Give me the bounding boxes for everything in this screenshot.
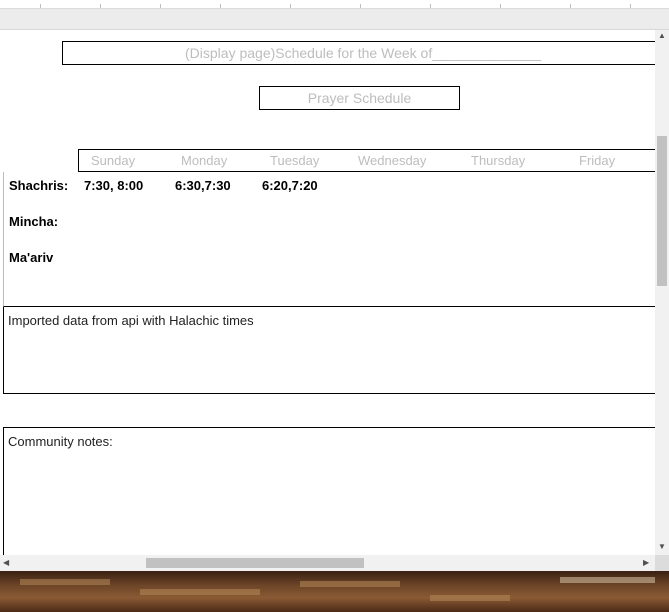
days-header: Sunday Monday Tuesday Wednesday Thursday… — [78, 149, 655, 172]
shachris-label: Shachris: — [9, 178, 69, 193]
wall-texture — [430, 595, 510, 601]
day-tuesday: Tuesday — [270, 153, 320, 168]
prayer-times-grid: Shachris: 7:30, 8:00 6:30,7:30 6:20,7:20… — [3, 172, 655, 307]
background-photo — [0, 571, 669, 612]
scrollbar-corner — [655, 555, 669, 571]
day-thursday: Thursday — [471, 153, 526, 168]
day-friday: Friday — [579, 153, 616, 168]
ruler-tick — [160, 4, 161, 8]
prayer-schedule-heading: Prayer Schedule — [259, 86, 460, 110]
wall-texture — [140, 589, 260, 595]
horizontal-scroll-thumb[interactable] — [146, 558, 364, 568]
chevron-right-icon[interactable]: ▶ — [643, 558, 649, 568]
day-sunday: Sunday — [91, 153, 136, 168]
top-ruler — [0, 0, 669, 9]
ruler-tick — [430, 4, 431, 8]
chevron-down-icon[interactable]: ▼ — [658, 542, 666, 552]
shachris-sunday-times: 7:30, 8:00 — [84, 178, 144, 193]
day-monday: Monday — [181, 153, 228, 168]
wall-texture — [300, 581, 400, 587]
ruler-tick — [290, 4, 291, 8]
wall-texture — [20, 579, 110, 585]
schedule-page: (Display page)Schedule for the Week of__… — [0, 30, 655, 555]
page-title: (Display page)Schedule for the Week of__… — [62, 41, 655, 65]
ruler-tick — [100, 4, 101, 8]
ruler-tick — [500, 4, 501, 8]
shachris-monday-times: 6:30,7:30 — [175, 178, 231, 193]
mincha-label: Mincha: — [9, 214, 59, 229]
day-wednesday: Wednesday — [358, 153, 427, 168]
wall-texture — [560, 577, 655, 583]
ruler-tick — [570, 4, 571, 8]
top-bar — [0, 9, 669, 30]
chevron-up-icon[interactable]: ▲ — [658, 31, 666, 41]
community-notes-label: Community notes: — [8, 434, 113, 449]
maariv-label: Ma'ariv — [9, 250, 54, 265]
horizontal-scrollbar[interactable]: ◀ ▶ — [0, 555, 655, 571]
vertical-scrollbar[interactable]: ▲ ▼ — [655, 30, 669, 555]
ruler-tick — [630, 4, 631, 8]
chevron-left-icon[interactable]: ◀ — [3, 558, 9, 568]
shachris-tuesday-times: 6:20,7:20 — [262, 178, 318, 193]
ruler-tick — [360, 4, 361, 8]
vertical-scroll-thumb[interactable] — [657, 136, 667, 286]
ruler-tick — [40, 4, 41, 8]
ruler-tick — [220, 4, 221, 8]
halachic-times-text: Imported data from api with Halachic tim… — [8, 313, 254, 328]
community-notes-box[interactable]: Community notes: — [3, 427, 655, 555]
halachic-times-box: Imported data from api with Halachic tim… — [3, 307, 655, 394]
